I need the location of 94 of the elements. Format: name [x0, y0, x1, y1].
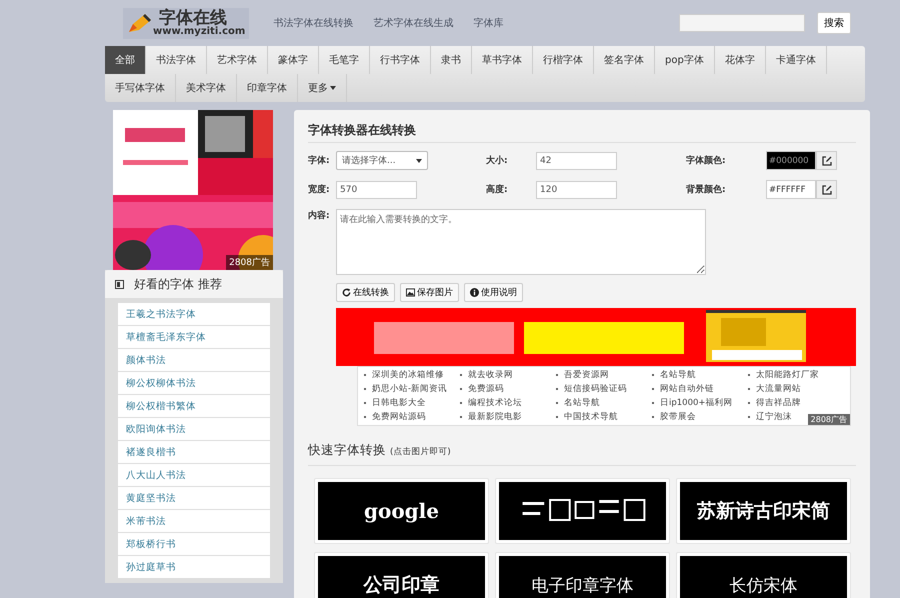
header-link[interactable]: 字体库	[473, 16, 504, 30]
ad-link[interactable]: 编程技术论坛	[460, 397, 522, 409]
ad-link[interactable]: 太阳能路灯厂家	[748, 369, 819, 381]
nav-tab[interactable]: 书法字体	[146, 46, 207, 74]
edit-color-button[interactable]	[816, 151, 837, 170]
nav-tab[interactable]: 印章字体	[237, 74, 298, 102]
content-textarea[interactable]: 请在此输入需要转换的文字。	[336, 209, 706, 275]
sidebar-item[interactable]: 颜体书法	[118, 349, 270, 371]
font-preview-tile[interactable]: 苏新诗古印宋简	[680, 482, 847, 540]
search-field[interactable]	[679, 14, 805, 32]
ad-link[interactable]: 日ip1000+福利网	[652, 397, 733, 409]
nav-tab[interactable]: 篆体字	[268, 46, 319, 74]
field-label: 背景颜色:	[686, 183, 727, 196]
field-label: 大小:	[486, 154, 509, 167]
font-preview-tile[interactable]: 电子印章字体	[499, 556, 666, 598]
font-preview-tile[interactable]: google	[318, 482, 485, 540]
field-label: 内容:	[308, 209, 331, 223]
sidebar-item[interactable]: 草檀斋毛泽东字体	[118, 326, 270, 348]
ad-link[interactable]: 吾爱资源网	[556, 369, 609, 381]
sidebar-item[interactable]: 柳公权柳体书法	[118, 372, 270, 394]
sidebar-item[interactable]: 孙过庭草书	[118, 556, 270, 578]
nav-tab[interactable]: 卡通字体	[766, 46, 827, 74]
ad-link[interactable]: 深圳美的冰箱维修	[364, 369, 444, 381]
sidebar-title: 好看的字体 推荐	[134, 276, 222, 292]
color-field[interactable]: #FFFFFF	[766, 180, 816, 199]
section-hint: (点击图片即可)	[390, 446, 451, 458]
image-icon	[406, 288, 415, 297]
caret-icon	[416, 158, 422, 162]
ad-label: 2808广告	[808, 414, 850, 425]
action-button[interactable]: 在线转换	[336, 283, 395, 302]
ad-link[interactable]: 最新影院电影	[460, 411, 522, 423]
converter-title: 字体转换器在线转换	[308, 122, 856, 143]
edit-icon	[822, 184, 832, 194]
nav-tab[interactable]: 手写体字体	[105, 74, 176, 102]
nav-tab[interactable]: 毛笔字	[319, 46, 370, 74]
sidebar-item[interactable]: 郑板桥行书	[118, 533, 270, 555]
nav-tab[interactable]: 草书字体	[472, 46, 533, 74]
info-icon	[470, 288, 479, 297]
pencil-logo-icon	[127, 12, 153, 34]
ad-link[interactable]: 免费源码	[460, 383, 504, 395]
ad-link[interactable]: 日韩电影大全	[364, 397, 426, 409]
ad-link[interactable]: 就去收录网	[460, 369, 513, 381]
refresh-icon	[342, 288, 351, 297]
sidebar-item[interactable]: 黄庭坚书法	[118, 487, 270, 509]
ad-link[interactable]: 大流量网站	[748, 383, 801, 395]
input-field[interactable]: 570	[336, 180, 417, 198]
action-button[interactable]: 保存图片	[400, 283, 459, 302]
font-preview-tile[interactable]: 公司印章	[318, 556, 485, 598]
sidebar-item[interactable]: 褚遂良楷书	[118, 441, 270, 463]
color-field[interactable]: #000000	[766, 151, 816, 170]
field-label: 宽度:	[308, 183, 331, 196]
sidebar-item[interactable]: 柳公权楷书繁体	[118, 395, 270, 417]
font-select[interactable]: 请选择字体...	[336, 151, 428, 170]
header-link[interactable]: 艺术字体在线生成	[373, 16, 454, 30]
logo-url: www.myziti.com	[153, 26, 246, 36]
ad-link[interactable]: 得吉祥品牌	[748, 397, 801, 409]
search-button[interactable]: 搜索	[817, 12, 851, 34]
ad-label: 2808广告	[226, 255, 273, 270]
nav-tab[interactable]: 行楷字体	[533, 46, 594, 74]
sidebar-item[interactable]: 王羲之书法字体	[118, 303, 270, 325]
nav-tab[interactable]: 艺术字体	[207, 46, 268, 74]
sidebar-item[interactable]: 欧阳询体书法	[118, 418, 270, 440]
header-link[interactable]: 书法字体在线转换	[273, 16, 354, 30]
nav-tab[interactable]: 更多	[298, 74, 347, 102]
nav-tab[interactable]: 签名字体	[594, 46, 655, 74]
ad-link[interactable]: 中国技术导航	[556, 411, 618, 423]
font-preview-tile[interactable]: 长仿宋体	[680, 556, 847, 598]
ad-link[interactable]: 奶思小站-新闻资讯	[364, 383, 448, 395]
ad-link[interactable]: 名站导航	[556, 397, 600, 409]
edit-icon	[822, 156, 832, 166]
nav-tab[interactable]: 美术字体	[176, 74, 237, 102]
ad-link[interactable]: 辽宁泡沫	[748, 411, 792, 423]
nav-tab[interactable]: 行书字体	[370, 46, 431, 74]
ad-link[interactable]: 名站导航	[652, 369, 696, 381]
input-field[interactable]: 42	[536, 152, 617, 170]
field-label: 字体:	[308, 154, 331, 167]
field-label: 高度:	[486, 183, 509, 196]
nav-tab[interactable]: 全部	[105, 46, 146, 74]
logo-title[interactable]: 字体在线	[159, 10, 246, 26]
nav-tab[interactable]: 隶书	[431, 46, 472, 74]
sidebar-item[interactable]: 八大山人书法	[118, 464, 270, 486]
ad-link[interactable]: 胶带展会	[652, 411, 696, 423]
ad-link[interactable]: 网站自动外链	[652, 383, 714, 395]
sidebar-item[interactable]: 米芾书法	[118, 510, 270, 532]
action-button[interactable]: 使用说明	[464, 283, 523, 302]
field-label: 字体颜色:	[686, 154, 727, 167]
nav-tab[interactable]: pop字体	[655, 46, 715, 74]
ad-link[interactable]: 免费网站源码	[364, 411, 426, 423]
ad-link[interactable]: 短信接码验证码	[556, 383, 627, 395]
list-icon	[115, 280, 124, 288]
section-title: 快速字体转换	[308, 442, 386, 459]
edit-color-button[interactable]	[816, 180, 837, 199]
input-field[interactable]: 120	[536, 180, 617, 198]
nav-tab[interactable]: 花体字	[714, 46, 766, 74]
